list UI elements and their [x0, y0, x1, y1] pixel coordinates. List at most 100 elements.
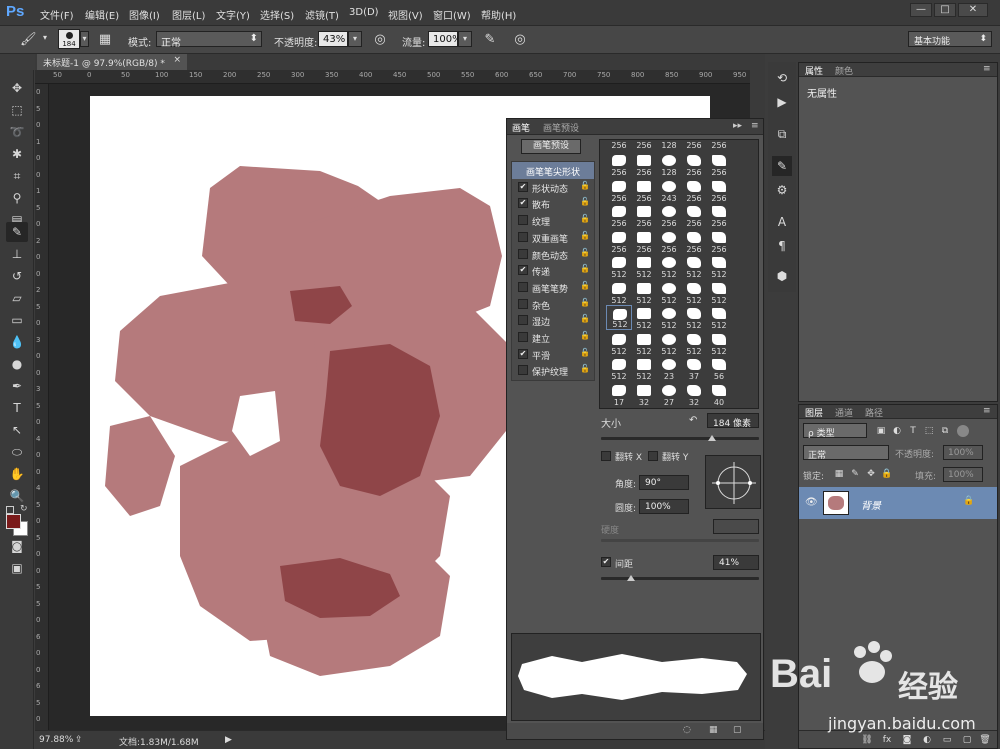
brush-setting-item[interactable]: 🔓 建立 — [512, 329, 594, 346]
menu-file[interactable]: 文件(F) — [40, 7, 74, 22]
brush-tip[interactable]: 512 — [656, 331, 682, 356]
menu-view[interactable]: 视图(V) — [388, 7, 423, 22]
lock-icon[interactable]: 🔓 — [580, 281, 590, 290]
filter-type-icon[interactable]: T — [907, 425, 919, 437]
brush-tip[interactable]: 256 — [631, 229, 657, 254]
brush-tip[interactable]: 17 — [606, 382, 632, 407]
brush-tip[interactable]: 32 — [681, 382, 707, 407]
history-icon[interactable]: ⟲ — [772, 68, 792, 88]
brush-tip[interactable]: 512 — [681, 331, 707, 356]
brush-setting-checkbox[interactable] — [518, 298, 528, 309]
brush-setting-checkbox[interactable] — [518, 248, 528, 259]
flow-input[interactable]: 100% — [428, 31, 462, 47]
blend-mode-select[interactable]: 正常 — [803, 445, 889, 461]
layer-opacity-input[interactable]: 100% — [943, 445, 983, 460]
brush-setting-item[interactable]: ✔ 🔓 平滑 — [512, 346, 594, 363]
gradient-icon[interactable]: ▭ — [6, 310, 28, 330]
collapse-icon[interactable]: ▸▸ — [733, 121, 742, 131]
opacity-dropdown[interactable]: ▾ — [348, 31, 362, 47]
brush-tip[interactable]: 256 — [706, 203, 732, 228]
default-colors-icon[interactable] — [6, 506, 14, 514]
quick-mask-icon[interactable]: ◙ — [6, 536, 28, 556]
lock-transparency-icon[interactable]: ▦ — [833, 468, 845, 480]
lock-all-icon[interactable]: 🔒 — [881, 468, 893, 480]
brush-tip[interactable]: 256 — [631, 152, 657, 177]
brush-setting-item[interactable]: ✔ 🔓 传递 — [512, 262, 594, 279]
airbrush-icon[interactable]: ✎ — [482, 32, 498, 48]
crop-tool-icon[interactable]: ⌗ — [6, 166, 28, 186]
brush-tip[interactable]: 512 — [606, 254, 632, 279]
brush-tip[interactable]: 32 — [631, 382, 657, 407]
ellipse-tool-icon[interactable]: ⬭ — [6, 442, 28, 462]
export-icon[interactable]: ⇪ — [75, 735, 83, 745]
brush-setting-item[interactable]: 🔓 纹理 — [512, 212, 594, 229]
paragraph-icon[interactable]: ¶ — [772, 236, 792, 256]
brush-tip[interactable]: 243 — [656, 178, 682, 203]
brush-tip[interactable]: 256 — [606, 152, 632, 177]
brush-tip[interactable]: 40 — [706, 382, 732, 407]
dodge-icon[interactable]: ● — [6, 354, 28, 374]
panel-menu-icon[interactable]: ≡ — [983, 64, 991, 74]
brush-setting-checkbox[interactable]: ✔ — [518, 348, 528, 359]
visibility-eye-icon[interactable]: 👁 — [805, 497, 818, 508]
layer-name[interactable]: 背景 — [861, 497, 881, 512]
lock-icon[interactable]: 🔓 — [580, 197, 590, 206]
brush-tip[interactable]: 512 — [681, 254, 707, 279]
filter-smart-icon[interactable]: ⧉ — [939, 425, 951, 437]
brush-tip[interactable]: 512 — [706, 305, 732, 330]
maximize-button[interactable]: □ — [934, 3, 956, 17]
menu-edit[interactable]: 编辑(E) — [85, 7, 119, 22]
brush-tip[interactable]: 256 — [631, 203, 657, 228]
menu-select[interactable]: 选择(S) — [260, 7, 294, 22]
brush-tip[interactable]: 512 — [606, 305, 632, 330]
layer-filter-select[interactable]: ρ 类型 — [803, 423, 867, 439]
pressure-opacity-icon[interactable]: ◎ — [372, 32, 388, 48]
swap-colors-icon[interactable]: ↻ — [20, 504, 28, 514]
eyedropper-icon[interactable]: ⚲ — [6, 188, 28, 208]
brush-tip[interactable]: 512 — [681, 280, 707, 305]
brush-panel-toggle-icon[interactable]: ▦ — [97, 32, 113, 48]
blur-icon[interactable]: 💧 — [6, 332, 28, 352]
lock-icon[interactable]: 🔓 — [580, 298, 590, 307]
brush-tip[interactable]: 37 — [681, 356, 707, 381]
size-slider-thumb[interactable] — [708, 435, 716, 441]
spacing-slider-thumb[interactable] — [627, 575, 635, 581]
brush-setting-item[interactable]: 🔓 保护纹理 — [512, 362, 594, 379]
size-slider[interactable] — [601, 437, 759, 440]
brush-setting-item[interactable]: 🔓 双重画笔 — [512, 229, 594, 246]
pen-tool-icon[interactable]: ✒ — [6, 376, 28, 396]
tab-paths[interactable]: 路径 — [865, 406, 883, 419]
lock-icon[interactable]: 🔓 — [580, 181, 590, 190]
brush-setting-item[interactable]: 🔓 杂色 — [512, 296, 594, 313]
brush-setting-item[interactable]: 🔓 颜色动态 — [512, 246, 594, 263]
brush-tip[interactable]: 512 — [656, 305, 682, 330]
filter-shape-icon[interactable]: ⬚ — [923, 425, 935, 437]
brush-presets-icon[interactable]: ⚙ — [772, 180, 792, 200]
lasso-tool-icon[interactable]: ➰ — [6, 122, 28, 142]
workspace-select[interactable]: 基本功能 ⬍ — [908, 31, 992, 47]
brush-setting-checkbox[interactable] — [518, 315, 528, 326]
brush-tip[interactable]: 27 — [656, 382, 682, 407]
brush-setting-checkbox[interactable] — [518, 231, 528, 242]
reset-size-icon[interactable]: ↶ — [689, 415, 697, 426]
tab-brush-presets[interactable]: 画笔预设 — [543, 121, 579, 134]
brush-setting-item[interactable]: 🔓 湿边 — [512, 312, 594, 329]
opacity-input[interactable]: 43% — [318, 31, 348, 47]
brush-tip[interactable]: 512 — [606, 280, 632, 305]
lock-position-icon[interactable]: ✥ — [865, 468, 877, 480]
magic-wand-icon[interactable]: ✱ — [6, 144, 28, 164]
brush-tip[interactable]: 256 — [706, 178, 732, 203]
brush-tip[interactable]: 512 — [631, 254, 657, 279]
brush-tip[interactable]: 256 — [656, 229, 682, 254]
brush-tip[interactable]: 512 — [606, 356, 632, 381]
character-icon[interactable]: A — [772, 212, 792, 232]
brush-tip[interactable]: 256 — [681, 178, 707, 203]
brush-setting-checkbox[interactable]: ✔ — [518, 265, 528, 276]
angle-input[interactable]: 90° — [639, 475, 689, 490]
screen-mode-icon[interactable]: ▣ — [6, 558, 28, 578]
brush-setting-checkbox[interactable] — [518, 215, 528, 226]
menu-image[interactable]: 图像(I) — [129, 7, 160, 22]
toggle-preview-icon[interactable]: ◌ — [683, 725, 691, 735]
panel-menu-icon[interactable]: ≡ — [751, 121, 759, 131]
menu-type[interactable]: 文字(Y) — [216, 7, 250, 22]
